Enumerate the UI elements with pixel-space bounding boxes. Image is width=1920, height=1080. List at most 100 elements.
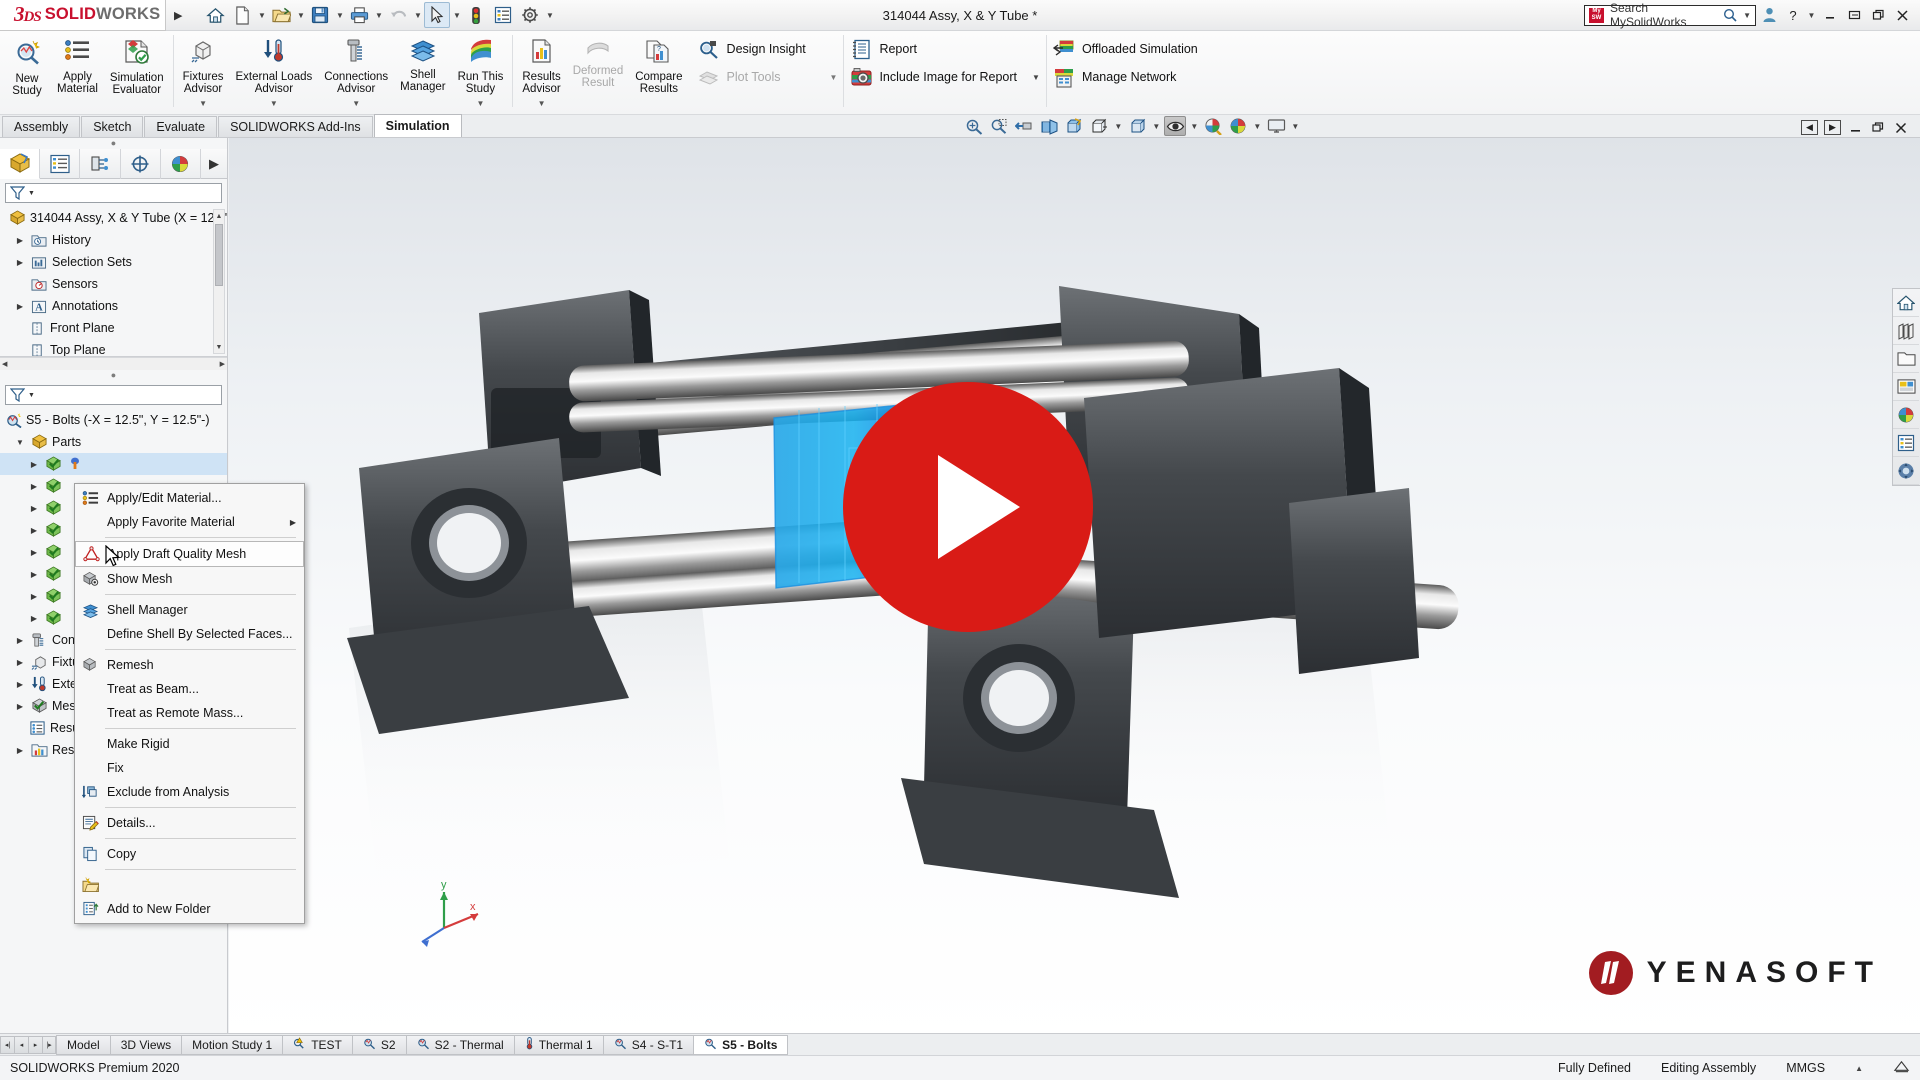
viewport-layout-icon[interactable]	[1265, 116, 1287, 136]
open-folder-icon[interactable]	[268, 2, 294, 28]
hide-show-items-icon[interactable]	[1126, 116, 1148, 136]
next-tab-button[interactable]: ▸	[28, 1036, 42, 1054]
edit-appearance-icon[interactable]	[1202, 116, 1224, 136]
view-palette-icon[interactable]	[1893, 373, 1919, 401]
connections-advisor-button[interactable]: Connections Advisor ▼	[318, 35, 394, 110]
close-button[interactable]	[1891, 4, 1913, 26]
bottom-tab-s5-bolts[interactable]: S5 - Bolts	[694, 1035, 788, 1055]
play-overlay-button[interactable]	[843, 382, 1093, 632]
menu-expand-arrow-icon[interactable]: ▶	[174, 9, 182, 22]
chevron-right-icon[interactable]: ▶	[14, 680, 26, 689]
undo-dropdown-icon[interactable]: ▼	[412, 11, 423, 20]
minimize-button[interactable]	[1819, 4, 1841, 26]
menu-copy[interactable]: Copy	[75, 842, 304, 866]
fixtures-advisor-button[interactable]: Fixtures Advisor ▼	[177, 35, 230, 110]
tree-item-top-plane[interactable]: Top Plane	[0, 339, 227, 357]
select-cursor-icon[interactable]	[424, 2, 450, 28]
design-insight-button[interactable]: Design Insight	[692, 37, 844, 61]
report-button[interactable]: Report	[844, 37, 1046, 61]
units-dropdown-icon[interactable]: ▲	[1855, 1064, 1863, 1073]
menu-treat-as-remote-mass[interactable]: Treat as Remote Mass...	[75, 701, 304, 725]
feature-tree-hscrollbar[interactable]: ◀ ▶	[0, 357, 227, 370]
run-this-study-button[interactable]: Run This Study ▼	[452, 35, 510, 110]
tab-evaluate[interactable]: Evaluate	[144, 116, 217, 137]
menu-collapse-tree-items[interactable]: Add to New Folder	[75, 897, 304, 921]
menu-apply-edit-material[interactable]: Apply/Edit Material...	[75, 486, 304, 510]
study-root[interactable]: S5 - Bolts (-X = 12.5", Y = 12.5"-)	[0, 409, 227, 431]
chevron-down-icon[interactable]: ▼	[1032, 73, 1040, 82]
tab-simulation[interactable]: Simulation	[374, 114, 462, 137]
scroll-right-icon[interactable]: ▶	[220, 360, 225, 368]
menu-define-shell-by-selected-faces[interactable]: Define Shell By Selected Faces...	[75, 622, 304, 646]
tab-solidworks-add-ins[interactable]: SOLIDWORKS Add-Ins	[218, 116, 373, 137]
view-settings-eye-icon[interactable]	[1164, 116, 1186, 136]
prev-pane-button[interactable]: ◀	[1801, 120, 1818, 135]
manager-tabs-overflow-icon[interactable]: ▶	[201, 156, 227, 172]
chevron-right-icon[interactable]: ▶	[28, 526, 40, 535]
prev-tab-button[interactable]: ◂	[14, 1036, 28, 1054]
menu-make-rigid[interactable]: Make Rigid	[75, 732, 304, 756]
include-image-for-report-button[interactable]: Include Image for Report ▼	[844, 65, 1046, 89]
display-style-icon[interactable]	[490, 2, 516, 28]
help-icon[interactable]: ?	[1782, 4, 1804, 26]
apply-scene-icon[interactable]	[1227, 116, 1249, 136]
bottom-tab-3d-views[interactable]: 3D Views	[111, 1035, 182, 1055]
bottom-tab-s2-thermal[interactable]: S2 - Thermal	[407, 1035, 515, 1055]
chevron-right-icon[interactable]: ▶	[14, 636, 26, 645]
display-manager-tab[interactable]	[161, 149, 201, 179]
tree-item-annotations[interactable]: ▶ A Annotations	[0, 295, 227, 317]
parts-folder[interactable]: ▼ Parts	[0, 431, 227, 453]
bottom-tab-s4-s-t1[interactable]: S4 - S-T1	[604, 1035, 694, 1055]
previous-view-icon[interactable]	[1013, 116, 1035, 136]
chevron-down-icon[interactable]: ▼	[352, 98, 360, 111]
chevron-down-icon[interactable]: ▼	[14, 438, 26, 447]
tree-item-selection-sets[interactable]: ▶ Selection Sets	[0, 251, 227, 273]
zoom-to-fit-icon[interactable]	[963, 116, 985, 136]
shell-manager-button[interactable]: Shell Manager	[394, 35, 451, 94]
menu-apply-favorite-material[interactable]: Apply Favorite Material ▶	[75, 510, 304, 534]
status-units[interactable]: MMGS	[1786, 1061, 1825, 1075]
apply-material-button[interactable]: Apply Material	[51, 35, 104, 96]
design-library-icon[interactable]	[1893, 317, 1919, 345]
custom-properties-icon[interactable]	[1893, 429, 1919, 457]
new-study-button[interactable]: New Study	[3, 35, 51, 98]
restore-down-button[interactable]	[1843, 4, 1865, 26]
panel-splitter-middle[interactable]: ●	[0, 370, 227, 381]
tree-item-front-plane[interactable]: Front Plane	[0, 317, 227, 339]
scroll-down-icon[interactable]: ▼	[215, 341, 223, 353]
feature-tree[interactable]: 314044 Assy, X & Y Tube (X = 12.5", ▶ Hi…	[0, 207, 227, 357]
graphics-viewport[interactable]: x y	[229, 138, 1920, 1043]
scroll-up-icon[interactable]: ▲	[215, 210, 223, 222]
scrollbar-thumb[interactable]	[215, 224, 223, 286]
bottom-tab-thermal-1[interactable]: Thermal 1	[515, 1035, 604, 1055]
new-document-dropdown-icon[interactable]: ▼	[256, 11, 267, 20]
save-dropdown-icon[interactable]: ▼	[334, 11, 345, 20]
hide-show-dropdown-icon[interactable]: ▼	[1151, 122, 1161, 131]
chevron-right-icon[interactable]: ▶	[28, 460, 40, 469]
property-manager-tab[interactable]	[40, 149, 80, 179]
home-icon[interactable]	[202, 2, 228, 28]
zoom-to-area-icon[interactable]	[988, 116, 1010, 136]
solidworks-logo[interactable]: 3DS SOLIDWORKS	[0, 0, 166, 31]
menu-fix[interactable]: Fix	[75, 756, 304, 780]
tree-root-assembly[interactable]: 314044 Assy, X & Y Tube (X = 12.5",	[0, 207, 227, 229]
menu-exclude-from-analysis[interactable]: Exclude from Analysis	[75, 780, 304, 804]
rebuild-icon[interactable]	[463, 2, 489, 28]
chevron-right-icon[interactable]: ▶	[14, 302, 26, 311]
appearances-scenes-icon[interactable]	[1893, 401, 1919, 429]
menu-shell-manager[interactable]: Shell Manager	[75, 598, 304, 622]
maximize-button[interactable]	[1867, 4, 1889, 26]
chevron-right-icon[interactable]: ▶	[14, 658, 26, 667]
results-advisor-button[interactable]: Results Advisor ▼	[516, 35, 566, 110]
next-pane-button[interactable]: ▶	[1824, 120, 1841, 135]
view-orientation-icon[interactable]	[1063, 116, 1085, 136]
options-dropdown-icon[interactable]: ▼	[544, 11, 555, 20]
configuration-manager-tab[interactable]	[80, 149, 120, 179]
restore-doc-button[interactable]	[1870, 120, 1887, 135]
viewport-dropdown-icon[interactable]: ▼	[1290, 122, 1300, 131]
panel-splitter-top[interactable]: ●	[0, 138, 227, 149]
search-input[interactable]: MySW Search MySolidWorks ▼	[1584, 5, 1756, 26]
simulation-filter-input[interactable]: ▼	[5, 385, 222, 405]
feature-filter-input[interactable]: ▼	[5, 183, 222, 203]
menu-details[interactable]: Details...	[75, 811, 304, 835]
